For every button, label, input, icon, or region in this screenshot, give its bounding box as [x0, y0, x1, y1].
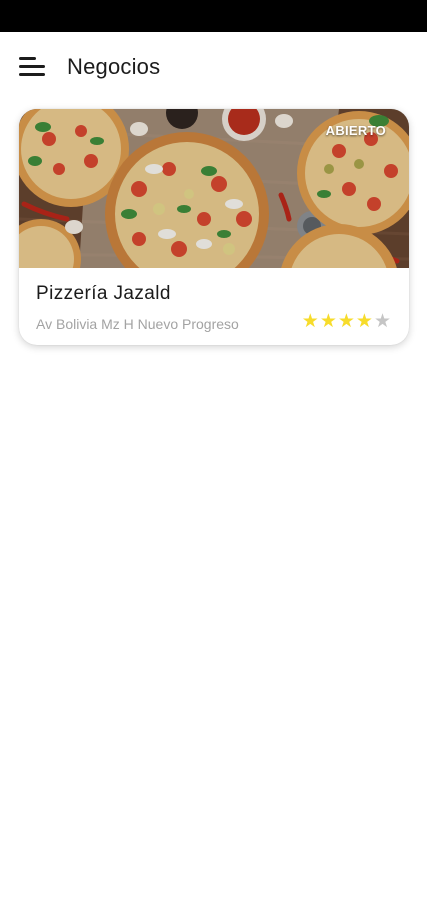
star-rating: ★ ★ ★ ★ ★ — [302, 311, 391, 331]
star-icon: ★ — [337, 310, 355, 332]
app-bar: Negocios — [0, 32, 427, 104]
system-status-bar — [0, 0, 427, 32]
menu-button[interactable] — [14, 50, 50, 86]
page-title: Negocios — [67, 54, 161, 79]
menu-icon — [19, 57, 45, 76]
business-image: ABIERTO — [19, 109, 409, 268]
business-address: Av Bolivia Mz H Nuevo Progreso — [36, 316, 239, 332]
business-name: Pizzería Jazald — [36, 283, 171, 304]
status-badge: ABIERTO — [325, 123, 386, 138]
star-icon: ★ — [355, 310, 373, 332]
star-icon: ★ — [319, 310, 337, 332]
star-icon: ★ — [301, 310, 319, 332]
star-icon: ★ — [373, 310, 391, 332]
business-card[interactable]: ABIERTO Pizzería Jazald Av Bolivia Mz H … — [19, 109, 409, 345]
